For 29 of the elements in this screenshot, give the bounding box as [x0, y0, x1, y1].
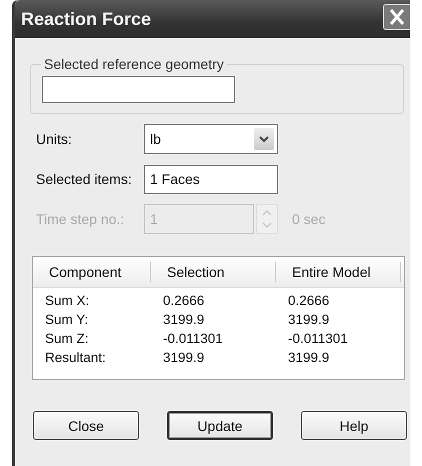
group-label: Selected reference geometry: [43, 56, 225, 72]
table-cell-text: 3199.9: [162, 350, 206, 365]
field-label: Units:: [35, 131, 73, 147]
time-reading: 0 sec: [292, 211, 326, 227]
table-cell-text: 3199.9: [287, 312, 330, 327]
column-header[interactable]: Entire Model: [276, 262, 401, 282]
caret-icon: [254, 128, 274, 150]
field-label: Time step no.:: [35, 211, 126, 227]
close-icon[interactable]: [383, 4, 410, 30]
dialog-button[interactable]: Help: [301, 411, 407, 440]
column-header[interactable]: Component: [33, 262, 151, 282]
table-cell-text: Resultant:: [44, 350, 107, 365]
reference-field[interactable]: [42, 76, 235, 103]
table-cell-text: Sum Z:: [44, 331, 90, 346]
window-title: Reaction Force: [21, 8, 152, 30]
table-cell-text: -0.011301: [162, 331, 224, 346]
field-label: Selected items:: [35, 171, 133, 187]
dialog-button[interactable]: Update: [167, 411, 273, 440]
units-dropdown[interactable]: lb: [144, 124, 278, 154]
table-cell-text: 0.2666: [287, 293, 330, 308]
table-cell-text: 3199.9: [287, 350, 330, 365]
table-cell-text: 3199.9: [162, 312, 206, 327]
table-cell-text: -0.011301: [287, 331, 349, 346]
items-field[interactable]: 1 Faces: [144, 164, 278, 194]
table-cell-text: 0.2666: [162, 293, 206, 308]
table-cell-text: Sum X:: [44, 293, 90, 308]
column-header[interactable]: Selection: [151, 262, 276, 282]
dialog-button[interactable]: Close: [33, 411, 139, 440]
table-cell-text: Sum Y:: [44, 312, 90, 327]
